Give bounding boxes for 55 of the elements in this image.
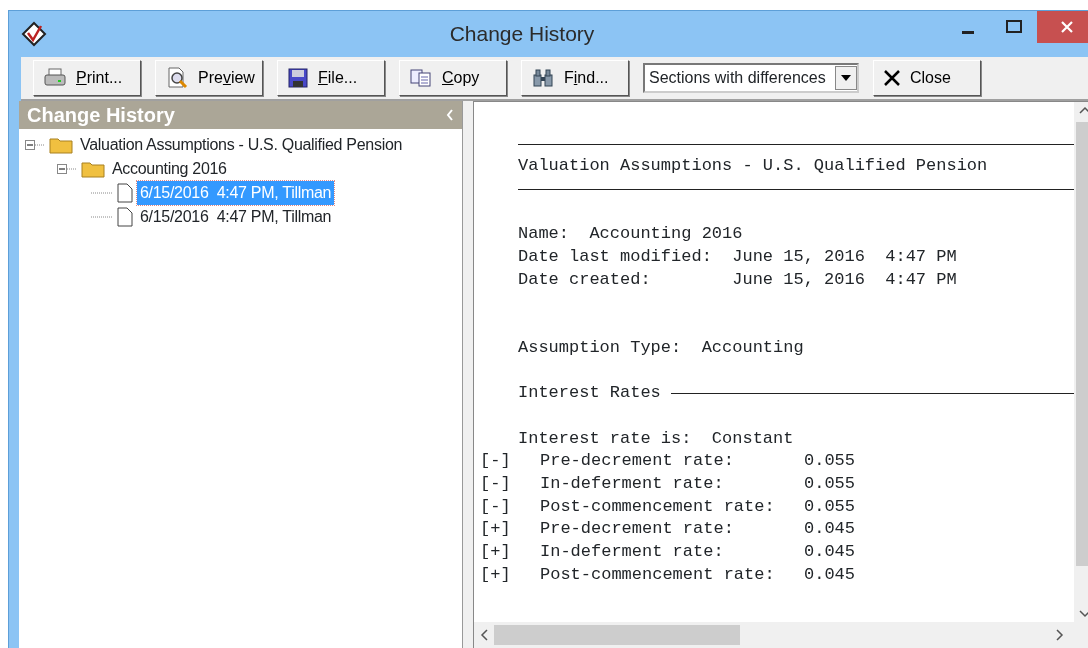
- magnifier-page-icon: [166, 67, 188, 89]
- binoculars-icon: [532, 69, 554, 87]
- diff-marker: [-]: [480, 450, 512, 473]
- report-label: In-deferment rate:: [540, 541, 725, 564]
- report-value: 0.055: [804, 450, 855, 473]
- maximize-icon: [1006, 20, 1022, 34]
- close-dialog-button[interactable]: Close: [873, 60, 981, 96]
- section-heading: Interest Rates: [518, 382, 662, 405]
- document-icon: [117, 183, 133, 203]
- folder-icon: [81, 160, 105, 178]
- report-value: 0.055: [804, 473, 855, 495]
- toolbar-button[interactable]: File...: [277, 60, 385, 96]
- toolbar-button[interactable]: Copy: [399, 60, 507, 96]
- close-icon: [884, 70, 900, 86]
- folder-icon: [49, 136, 73, 154]
- report-text: Date created: June 15, 2016 4:47 PM: [518, 268, 957, 291]
- diff-marker: [+]: [480, 563, 512, 586]
- collapse-toggle-icon[interactable]: [25, 140, 45, 150]
- tree-item[interactable]: 6/15/2016 4:47 PM, Tillman: [137, 205, 335, 229]
- horizontal-scrollbar[interactable]: [474, 622, 1088, 648]
- report-text: Name: Accounting 2016: [518, 223, 743, 246]
- diff-marker: [-]: [480, 495, 512, 518]
- report-text: Valuation Assumptions - U.S. Qualified Pension: [518, 155, 988, 178]
- diff-marker: [+]: [480, 518, 512, 541]
- toolbar-button[interactable]: Print...: [33, 60, 141, 96]
- toolbar-button[interactable]: Find...: [521, 60, 629, 96]
- printer-icon: [44, 68, 66, 88]
- close-icon: [1060, 20, 1074, 34]
- report-label: In-deferment rate:: [540, 473, 725, 495]
- diff-marker: [-]: [480, 473, 512, 495]
- toolbar-button[interactable]: Preview: [155, 60, 263, 96]
- diff-marker: [+]: [480, 541, 512, 564]
- report-text: Assumption Type: Accounting: [518, 336, 804, 359]
- tree-item[interactable]: Valuation Assumptions - U.S. Qualified Pension: [77, 133, 406, 157]
- app-logo-icon: [21, 21, 47, 47]
- report-label: Post-commencement rate:: [540, 495, 776, 518]
- view-select[interactable]: Sections with differences: [643, 63, 859, 93]
- report-text: Interest rate is: Constant: [518, 427, 794, 450]
- report-label: Post-commencement rate:: [540, 563, 776, 586]
- tree-item[interactable]: Accounting 2016: [109, 157, 230, 181]
- report-value: 0.055: [804, 495, 855, 518]
- report-value: 0.045: [804, 563, 855, 586]
- minimize-icon: [962, 30, 974, 34]
- report-value: 0.045: [804, 518, 855, 541]
- copy-pages-icon: [410, 69, 432, 87]
- report-text: Date last modified: June 15, 2016 4:47 PM: [518, 246, 957, 269]
- collapse-toggle-icon[interactable]: [57, 164, 77, 174]
- panel-title: Change History: [27, 103, 175, 128]
- dropdown-arrow-icon: [841, 75, 851, 81]
- close-button[interactable]: [1037, 11, 1088, 43]
- report-label: Pre-decrement rate:: [540, 518, 735, 541]
- window-title: Change History: [448, 21, 596, 48]
- document-icon: [117, 207, 133, 227]
- report-value: 0.045: [804, 541, 855, 564]
- report-label: Pre-decrement rate:: [540, 450, 735, 473]
